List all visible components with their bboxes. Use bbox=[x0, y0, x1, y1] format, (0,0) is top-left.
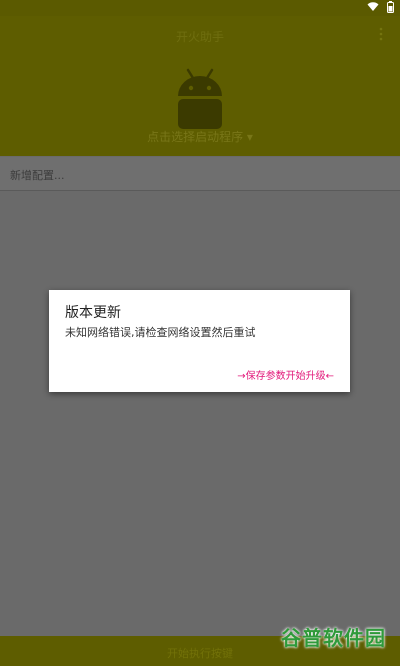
save-and-upgrade-button[interactable]: →保存参数开始升级← bbox=[237, 367, 334, 382]
dialog-title: 版本更新 bbox=[65, 305, 121, 321]
app-title: 开火助手 bbox=[175, 30, 224, 44]
update-dialog: 版本更新 未知网络错误,请检查网络设置然后重试 →保存参数开始升级← bbox=[49, 290, 350, 392]
add-config-row[interactable]: 新增配置... bbox=[0, 157, 400, 191]
content-area bbox=[0, 191, 400, 636]
overflow-menu-icon[interactable] bbox=[376, 26, 386, 42]
status-bar bbox=[0, 0, 400, 16]
launch-program-selector[interactable]: 点击选择启动程序 ▾ bbox=[0, 128, 400, 145]
wifi-icon bbox=[367, 2, 379, 11]
add-config-label: 新增配置... bbox=[10, 169, 65, 182]
site-watermark: 谷普软件园 bbox=[281, 626, 386, 650]
android-robot-icon[interactable] bbox=[170, 66, 230, 130]
battery-icon bbox=[387, 1, 394, 13]
dialog-message: 未知网络错误,请检查网络设置然后重试 bbox=[65, 326, 256, 339]
app-header: 开火助手 点击选择启动程序 ▾ bbox=[0, 16, 400, 156]
